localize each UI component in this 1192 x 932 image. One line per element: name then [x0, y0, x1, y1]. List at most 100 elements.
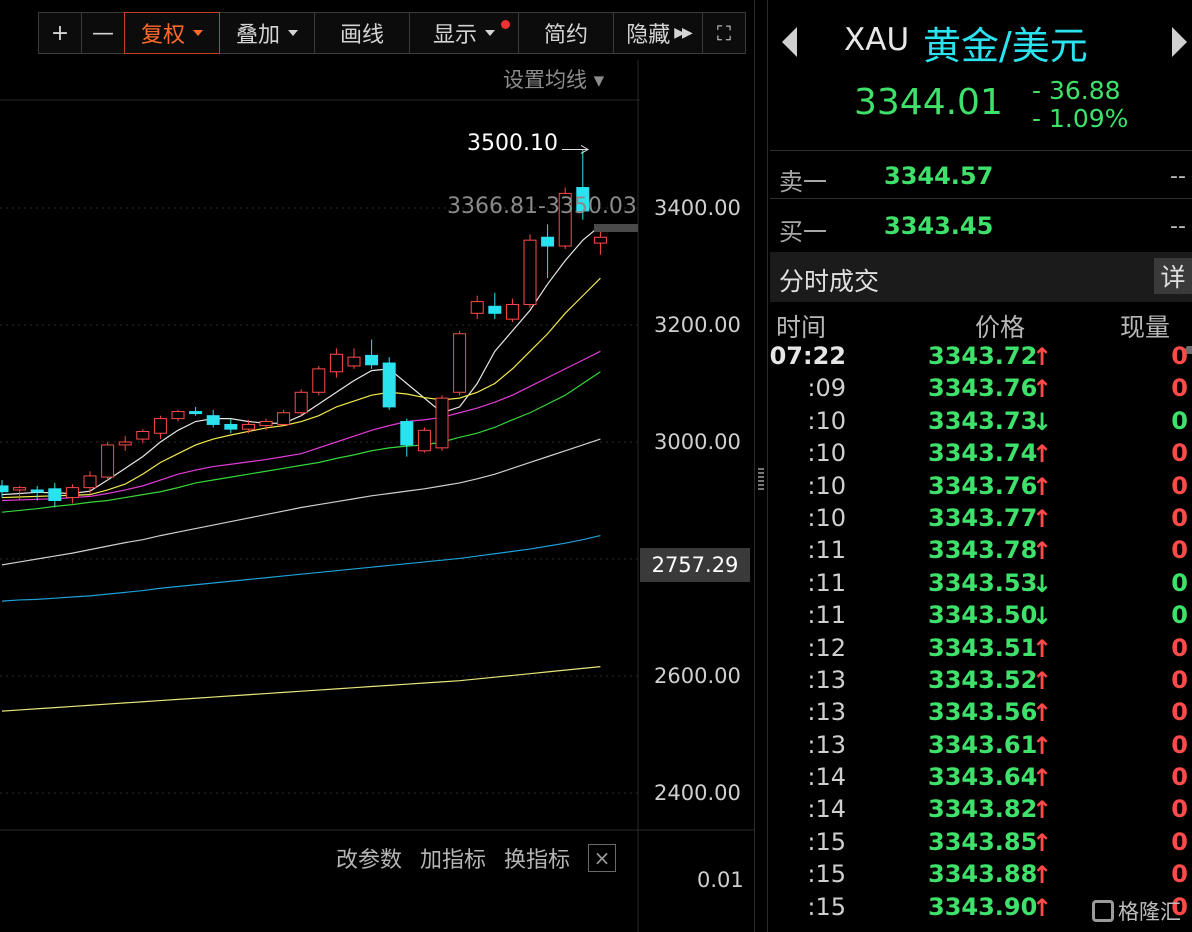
ma-line-ma120 — [1, 535, 601, 602]
tick-price: 3343.77 — [928, 503, 1038, 532]
next-symbol-icon[interactable] — [1172, 27, 1187, 57]
tick-time: :10 — [807, 439, 846, 468]
arrow-up-icon: ↑ — [1032, 634, 1053, 663]
arrow-up-icon: ↑ — [1032, 666, 1053, 695]
arrow-up-icon: ↑ — [1032, 472, 1053, 501]
fullscreen-button[interactable]: ⛶ — [702, 12, 746, 54]
brand-logo-icon — [1092, 900, 1114, 922]
candle-body — [153, 418, 167, 434]
tick-price: 3343.52 — [928, 665, 1038, 694]
arrow-up-icon: ↑ — [1032, 861, 1053, 890]
tick-price: 3343.61 — [928, 730, 1038, 759]
switch-indicator-button[interactable]: 换指标 — [504, 842, 570, 874]
change-params-button[interactable]: 改参数 — [336, 842, 402, 874]
resize-handle-icon[interactable] — [758, 468, 764, 490]
candle-body — [0, 485, 9, 493]
tick-volume: 0 — [1171, 795, 1188, 824]
range-label: 3366.81-3350.03 — [447, 194, 637, 219]
candle-body — [224, 423, 238, 430]
display-dropdown[interactable]: 显示 — [409, 12, 519, 54]
tick-row: :10 3343.77 ↑ 0 — [770, 503, 1192, 535]
ask-price: 3344.57 — [884, 162, 994, 190]
tick-row: :13 3343.56 ↑ 0 — [770, 697, 1192, 729]
tick-price: 3343.74 — [928, 439, 1038, 468]
y-tick-label: 3200.00 — [654, 313, 741, 337]
adjust-dropdown[interactable]: 复权 — [124, 12, 220, 54]
candle-body — [329, 353, 343, 373]
symbol-code: XAU — [844, 22, 910, 58]
set-moving-average-button[interactable]: 设置均线 ▾ — [503, 64, 604, 94]
tick-volume: 0 — [1171, 503, 1188, 532]
tick-volume: 0 — [1171, 439, 1188, 468]
hide-button[interactable]: 隐藏 ▶▶ — [613, 12, 703, 54]
tick-volume: 0 — [1171, 633, 1188, 662]
arrow-up-icon: ↑ — [1032, 699, 1053, 728]
last-price: 3344.01 — [854, 82, 1003, 123]
candle-body — [488, 305, 502, 314]
double-arrow-right-icon: ▶▶ — [674, 25, 692, 41]
candle-body — [13, 487, 27, 491]
draw-button[interactable]: 画线 — [314, 12, 410, 54]
add-indicator-button[interactable]: 加指标 — [420, 842, 486, 874]
arrow-up-icon: ↑ — [1032, 375, 1053, 404]
arrow-down-icon: ↓ — [1032, 407, 1053, 436]
panel-splitter — [754, 0, 768, 932]
tick-time: :11 — [807, 601, 846, 630]
tick-time: :14 — [807, 795, 846, 824]
tick-price: 3343.78 — [928, 536, 1038, 565]
zoom-out-button[interactable]: — — [81, 12, 125, 54]
divider — [770, 150, 1192, 151]
tick-price: 3343.56 — [928, 698, 1038, 727]
tick-price: 3343.53 — [928, 568, 1038, 597]
arrow-up-icon: ↑ — [1032, 731, 1053, 760]
notification-dot-icon — [501, 20, 510, 29]
tape-detail-button[interactable]: 详 — [1154, 258, 1192, 294]
arrow-up-icon: ↑ — [1032, 504, 1053, 533]
cursor-price-tag: 2757.29 — [640, 548, 750, 582]
close-indicator-icon[interactable]: × — [588, 844, 617, 872]
tick-price: 3343.72 — [928, 342, 1038, 370]
candle-body — [48, 488, 62, 501]
prev-symbol-icon[interactable] — [782, 27, 797, 57]
tick-volume: 0 — [1171, 763, 1188, 792]
tick-row: 07:22 3343.72 ↑ 0 — [770, 341, 1192, 373]
bid-label: 买一 — [779, 218, 827, 246]
overlay-dropdown[interactable]: 叠加 — [219, 12, 315, 54]
candle-body — [347, 356, 361, 367]
tick-price: 3343.73 — [928, 406, 1038, 435]
tick-volume: 0 — [1171, 342, 1188, 370]
watermark: 格隆汇 — [1092, 896, 1181, 926]
bid-volume: -- — [1170, 214, 1186, 239]
arrow-up-icon: ↑ — [1032, 343, 1053, 371]
tick-row: :13 3343.61 ↑ 0 — [770, 730, 1192, 762]
zoom-in-button[interactable]: + — [38, 12, 82, 54]
candle-body — [417, 429, 431, 452]
tick-volume: 0 — [1171, 471, 1188, 500]
arrow-up-icon: ↑ — [1032, 796, 1053, 825]
candle-body — [83, 475, 97, 489]
candle-body — [171, 411, 185, 420]
tick-time: :10 — [807, 406, 846, 435]
candle-body — [30, 489, 44, 493]
candlestick-chart[interactable] — [0, 60, 754, 932]
candle-body — [400, 421, 414, 446]
candle-body — [470, 301, 484, 314]
tape-header: 分时成交 详 — [770, 252, 1192, 302]
tick-volume: 0 — [1171, 730, 1188, 759]
tick-time: :15 — [807, 860, 846, 889]
simple-mode-button[interactable]: 简约 — [518, 12, 614, 54]
tick-row: :10 3343.74 ↑ 0 — [770, 438, 1192, 470]
tick-time: :14 — [807, 763, 846, 792]
tick-row: :10 3343.73 ↓ 0 — [770, 406, 1192, 438]
tick-time: :11 — [807, 536, 846, 565]
candle-body — [505, 304, 519, 320]
tick-price: 3343.51 — [928, 633, 1038, 662]
tick-volume: 0 — [1171, 568, 1188, 597]
tick-time: :13 — [807, 665, 846, 694]
tick-time: :13 — [807, 730, 846, 759]
candle-body — [241, 423, 255, 430]
y-tick-label: 2600.00 — [654, 664, 741, 688]
candle-body — [541, 236, 555, 247]
tick-volume: 0 — [1171, 827, 1188, 856]
tick-list[interactable]: 07:22 3343.72 ↑ 0:09 3343.76 ↑ 0:10 3343.73 ↓ 0:1… — [770, 341, 1192, 924]
